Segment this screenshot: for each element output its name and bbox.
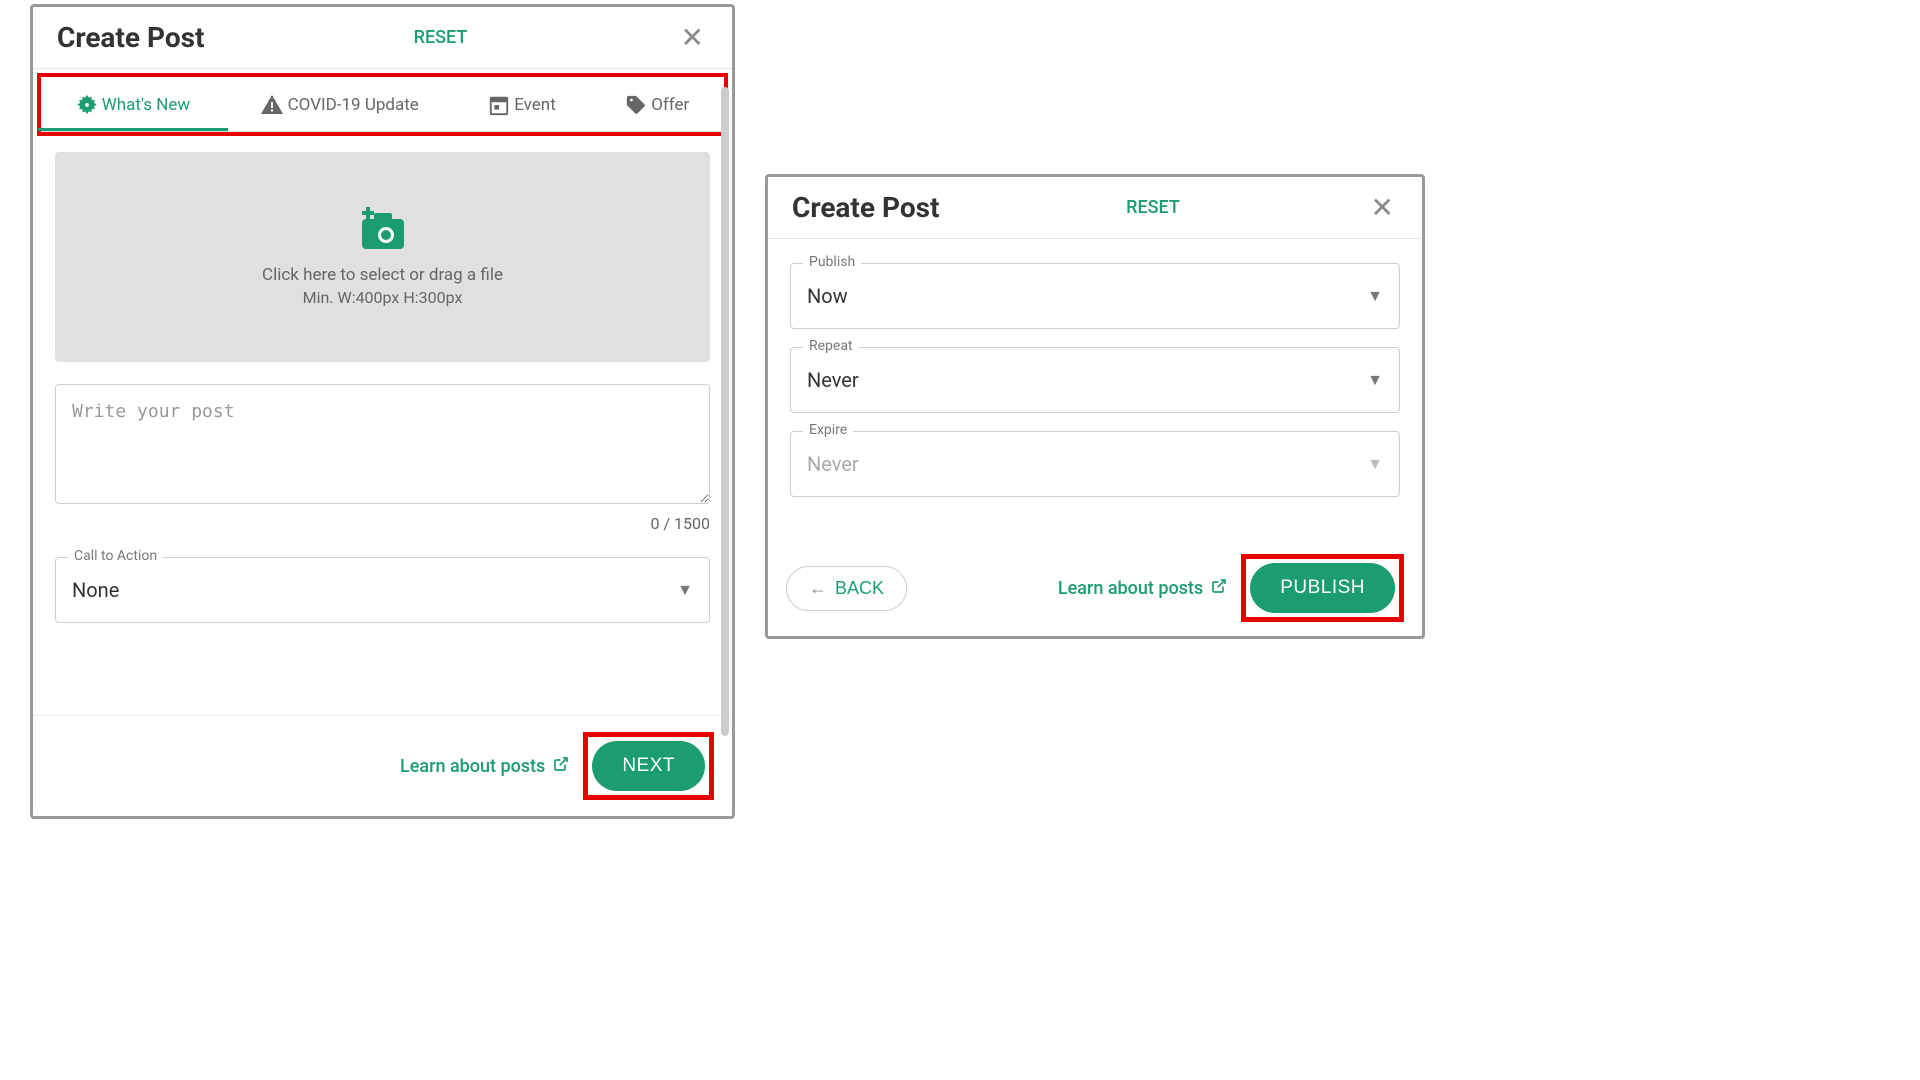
back-button[interactable]: ← BACK [786,566,907,611]
repeat-select[interactable]: Repeat Never ▼ [790,347,1400,413]
modal-header: Create Post RESET ✕ [33,7,732,69]
field-value: Never [807,368,1367,392]
publish-button[interactable]: PUBLISH [1250,563,1395,613]
learn-label: Learn about posts [1058,578,1203,599]
publish-annotation: PUBLISH [1241,554,1404,622]
tab-label: Event [514,95,556,115]
post-type-tabs: What's New COVID-19 Update Event Offer [41,83,724,132]
chevron-down-icon: ▼ [1367,454,1383,474]
field-value: Never [807,452,1367,476]
publish-select[interactable]: Publish Now ▼ [790,263,1400,329]
modal-body: Publish Now ▼ Repeat Never ▼ Expire Neve… [768,239,1422,534]
external-link-icon [553,756,569,777]
tab-covid19[interactable]: COVID-19 Update [252,83,427,131]
expire-select[interactable]: Expire Never ▼ [790,431,1400,497]
arrow-left-icon: ← [809,578,827,599]
chevron-down-icon: ▼ [677,580,693,600]
tabs-annotation: What's New COVID-19 Update Event Offer [37,73,728,136]
external-link-icon [1211,578,1227,599]
learn-label: Learn about posts [400,756,545,777]
close-icon[interactable]: ✕ [1367,194,1398,222]
tag-icon [625,94,647,116]
tab-label: What's New [102,95,190,115]
chevron-down-icon: ▼ [1367,370,1383,390]
field-value: Now [807,284,1367,308]
call-to-action-select[interactable]: Call to Action None ▼ [55,557,710,623]
warning-icon [260,93,284,117]
chevron-down-icon: ▼ [1367,286,1383,306]
create-post-modal-step1: Create Post RESET ✕ What's New COVID-19 … [30,4,735,819]
modal-body: Click here to select or drag a file Min.… [33,144,732,715]
burst-icon [76,94,98,116]
upload-min-size: Min. W:400px H:300px [303,288,463,307]
modal-footer: Learn about posts NEXT [33,715,732,816]
file-upload-dropzone[interactable]: Click here to select or drag a file Min.… [55,152,710,362]
field-legend: Publish [803,254,861,270]
modal-title: Create Post [57,21,205,54]
modal-title: Create Post [792,191,940,224]
tab-whats-new[interactable]: What's New [68,84,198,130]
learn-about-posts-link[interactable]: Learn about posts [1058,578,1227,599]
field-legend: Call to Action [68,548,163,564]
char-counter: 0 / 1500 [55,514,710,533]
tab-label: COVID-19 Update [288,95,419,115]
reset-button[interactable]: RESET [940,197,1367,218]
calendar-icon [488,94,510,116]
scrollbar[interactable] [721,87,729,736]
camera-add-icon [358,207,408,255]
post-text-wrapper: 0 / 1500 [55,384,710,533]
tab-offer[interactable]: Offer [617,84,697,130]
modal-header: Create Post RESET ✕ [768,177,1422,239]
reset-button[interactable]: RESET [205,27,677,48]
field-legend: Repeat [803,338,859,354]
post-textarea[interactable] [55,384,710,504]
tab-label: Offer [651,95,689,115]
upload-instructions: Click here to select or drag a file [262,265,503,285]
back-label: BACK [835,578,884,599]
next-button[interactable]: NEXT [592,741,705,791]
tab-event[interactable]: Event [480,84,564,130]
field-legend: Expire [803,422,853,438]
next-annotation: NEXT [583,732,714,800]
field-value: None [72,578,677,602]
close-icon[interactable]: ✕ [677,24,708,52]
modal-footer: ← BACK Learn about posts PUBLISH [768,534,1422,636]
learn-about-posts-link[interactable]: Learn about posts [400,756,569,777]
create-post-modal-step2: Create Post RESET ✕ Publish Now ▼ Repeat… [765,174,1425,639]
